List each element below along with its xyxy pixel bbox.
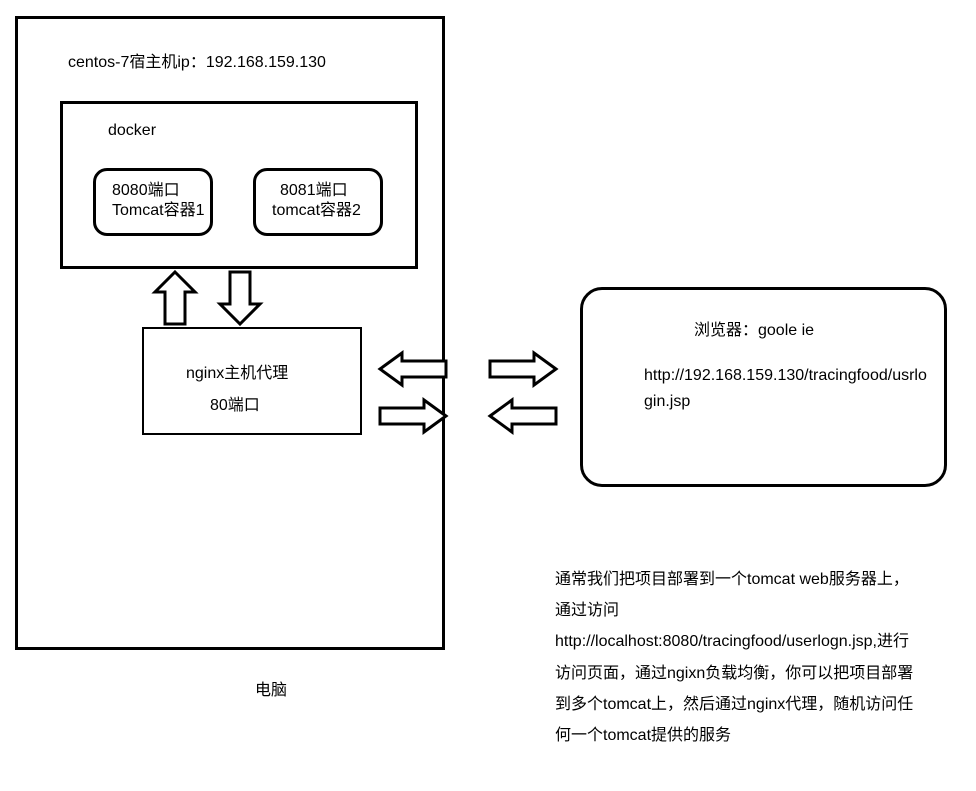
computer-label: 电脑 — [255, 680, 287, 702]
tomcat2-name: tomcat容器2 — [272, 200, 361, 222]
browser-url: http://192.168.159.130/tracingfood/usrlo… — [644, 363, 932, 414]
arrow-left-outer-bottom — [490, 400, 558, 432]
note-text: 通常我们把项目部署到一个tomcat web服务器上，通过访问http://lo… — [555, 564, 923, 751]
nginx-title: nginx主机代理 — [186, 363, 288, 385]
nginx-port: 80端口 — [210, 395, 260, 417]
docker-label: docker — [108, 120, 156, 142]
diagram-canvas: centos-7宿主机ip：192.168.159.130 docker 808… — [0, 0, 976, 791]
tomcat1-name: Tomcat容器1 — [112, 200, 204, 222]
arrow-right-outer-top — [490, 353, 558, 385]
arrow-left-inner-top — [380, 353, 448, 385]
arrow-down-tomcat2 — [220, 272, 260, 327]
arrow-up-tomcat1 — [155, 272, 195, 327]
arrow-right-inner-bottom — [380, 400, 448, 432]
host-ip-label: centos-7宿主机ip：192.168.159.130 — [68, 52, 326, 74]
browser-title: 浏览器：goole ie — [694, 320, 814, 342]
